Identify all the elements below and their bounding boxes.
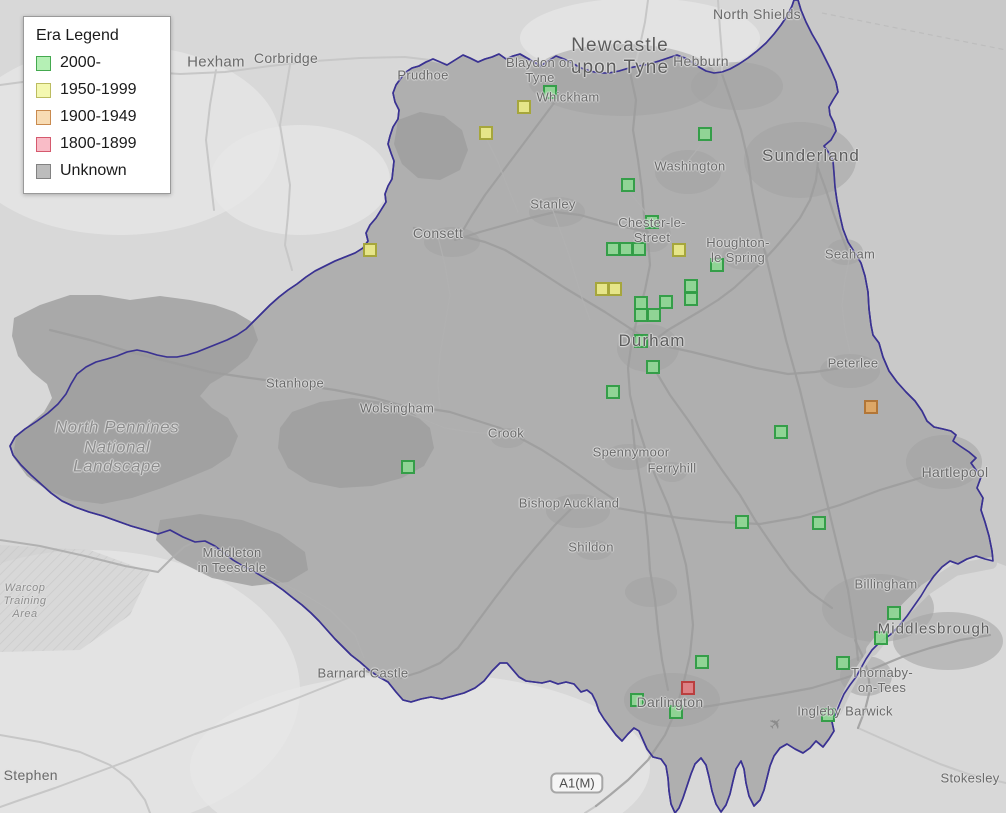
place-label: Middleton in Teesdale — [198, 545, 267, 575]
road-badge-a1m: A1(M) — [550, 773, 603, 794]
place-label: Prudhoe — [397, 67, 448, 82]
place-label: Hebburn — [673, 53, 729, 69]
place-label: y Stephen — [0, 767, 58, 783]
place-label: Bishop Auckland — [519, 495, 620, 510]
place-label: Ferryhill — [648, 460, 697, 475]
legend-item-label: Unknown — [60, 162, 127, 180]
place-label: Spennymoor — [593, 444, 670, 459]
place-label: Whickham — [536, 89, 599, 104]
place-label: Stanley — [530, 196, 575, 211]
place-label: Ingleby Barwick — [797, 703, 893, 718]
place-label: Crook — [488, 425, 524, 440]
legend-item: 1800-1899 — [36, 135, 154, 153]
legend-item: 2000- — [36, 54, 154, 72]
legend-item: Unknown — [36, 162, 154, 180]
place-label: Newcastle upon Tyne — [571, 35, 669, 79]
place-label: Blaydon on Tyne — [506, 55, 574, 85]
place-label: Darlington — [637, 694, 704, 710]
place-label: Warcop Training Area — [4, 582, 47, 620]
era-legend: Era Legend 2000- 1950-1999 1900-1949 1800-1… — [23, 16, 171, 194]
place-label: Durham — [618, 331, 685, 351]
place-label: North Shields — [713, 6, 801, 22]
place-label: Barnard Castle — [318, 665, 409, 680]
place-label: Thornaby- on-Tees — [851, 665, 913, 695]
place-label: Wolsingham — [360, 400, 434, 415]
place-label: Seaham — [825, 246, 875, 261]
legend-title: Era Legend — [36, 27, 154, 45]
place-label: Houghton- le Spring — [706, 235, 769, 265]
place-label: Washington — [654, 158, 725, 173]
legend-swatch-icon — [36, 137, 51, 152]
place-label: Billingham — [855, 576, 918, 591]
legend-swatch-icon — [36, 164, 51, 179]
place-label: Hartlepool — [922, 464, 989, 480]
place-label: Hexham — [187, 53, 245, 70]
legend-item-label: 2000- — [60, 54, 101, 72]
place-label: Sunderland — [762, 146, 860, 166]
legend-item-label: 1800-1899 — [60, 135, 137, 153]
place-label: Stanhope — [266, 375, 324, 390]
place-label: Corbridge — [254, 50, 318, 66]
place-label: Shildon — [568, 539, 613, 554]
legend-items: 2000- 1950-1999 1900-1949 1800-1899 Unknown — [36, 54, 154, 180]
legend-swatch-icon — [36, 83, 51, 98]
legend-item-label: 1900-1949 — [60, 108, 137, 126]
legend-swatch-icon — [36, 56, 51, 71]
legend-swatch-icon — [36, 110, 51, 125]
place-label: Peterlee — [828, 355, 879, 370]
place-label: Consett — [413, 225, 463, 241]
legend-item: 1900-1949 — [36, 108, 154, 126]
legend-item: 1950-1999 — [36, 81, 154, 99]
legend-item-label: 1950-1999 — [60, 81, 137, 99]
place-label: North Pennines National Landscape — [55, 417, 179, 476]
place-label: Middlesbrough — [878, 620, 991, 637]
place-label: Chester-le- Street — [618, 215, 686, 245]
map-viewport[interactable]: ✈ A1(M) North ShieldsNewcastle upon Tyne… — [0, 0, 1006, 813]
place-label: Stokesley — [940, 770, 999, 785]
